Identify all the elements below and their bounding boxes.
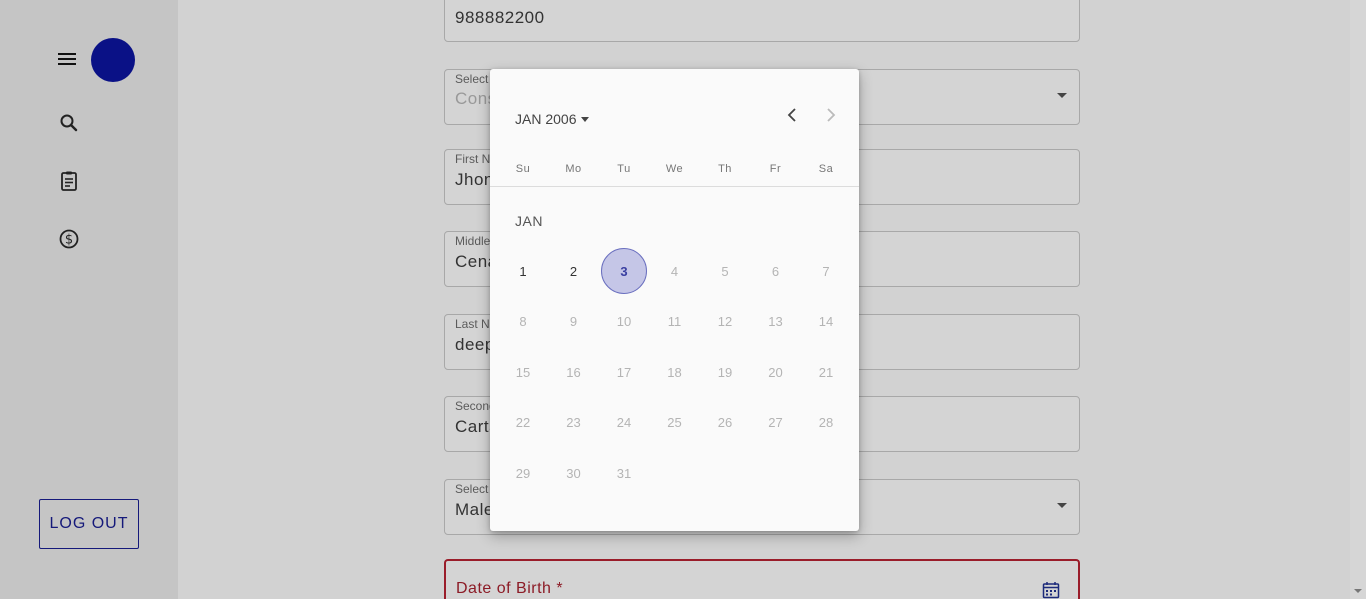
day-cell[interactable]: 4 bbox=[652, 248, 698, 294]
weekday-header: Su Mo Tu We Th Fr Sa bbox=[490, 163, 859, 187]
day-cell[interactable]: 31 bbox=[601, 450, 647, 496]
chevron-down-icon bbox=[1057, 503, 1067, 508]
svg-text:$: $ bbox=[65, 233, 73, 248]
day-cell[interactable]: 23 bbox=[551, 400, 597, 446]
previous-month-button[interactable] bbox=[780, 103, 804, 127]
date-of-birth-label: Date of Birth * bbox=[456, 580, 564, 597]
phone-field[interactable]: 988882200 bbox=[444, 0, 1080, 42]
day-selected[interactable]: 3 bbox=[601, 248, 647, 294]
day-cell[interactable]: 12 bbox=[702, 299, 748, 345]
last-name-value: deep bbox=[455, 335, 495, 354]
day-cell[interactable]: 25 bbox=[652, 400, 698, 446]
month-year-label: JAN 2006 bbox=[515, 111, 577, 127]
calendar-icon[interactable] bbox=[1042, 581, 1060, 599]
clipboard-icon[interactable] bbox=[57, 169, 81, 193]
next-month-button[interactable] bbox=[819, 103, 843, 127]
day-cell[interactable]: 19 bbox=[702, 349, 748, 395]
day-cell[interactable]: 13 bbox=[753, 299, 799, 345]
day-cell[interactable]: 21 bbox=[803, 349, 849, 395]
month-label: JAN bbox=[515, 213, 543, 229]
day-cell[interactable]: 8 bbox=[500, 299, 546, 345]
day-cell[interactable]: 29 bbox=[500, 450, 546, 496]
day-cell[interactable]: 1 bbox=[500, 248, 546, 294]
logout-button[interactable]: LOG OUT bbox=[39, 499, 139, 549]
day-cell[interactable]: 15 bbox=[500, 349, 546, 395]
month-year-selector[interactable]: JAN 2006 bbox=[515, 111, 590, 127]
day-cell[interactable]: 6 bbox=[753, 248, 799, 294]
sidebar: $ LOG OUT bbox=[0, 0, 178, 599]
day-cell[interactable]: 10 bbox=[601, 299, 647, 345]
weekday-label: Fr bbox=[769, 163, 782, 175]
day-cell[interactable]: 18 bbox=[652, 349, 698, 395]
weekday-label: Su bbox=[515, 163, 531, 175]
day-cell[interactable]: 22 bbox=[500, 400, 546, 446]
caret-down-icon bbox=[581, 116, 590, 122]
day-cell[interactable]: 11 bbox=[652, 299, 698, 345]
gender-value: Male bbox=[455, 500, 494, 519]
search-icon[interactable] bbox=[57, 111, 81, 135]
day-cell[interactable]: 17 bbox=[601, 349, 647, 395]
weekday-label: We bbox=[665, 163, 684, 175]
day-cell[interactable]: 7 bbox=[803, 248, 849, 294]
day-cell[interactable]: 20 bbox=[753, 349, 799, 395]
menu-icon[interactable] bbox=[57, 51, 77, 67]
day-cell[interactable]: 16 bbox=[551, 349, 597, 395]
day-cell[interactable]: 27 bbox=[753, 400, 799, 446]
weekday-label: Sa bbox=[818, 163, 834, 175]
day-cell[interactable]: 28 bbox=[803, 400, 849, 446]
day-cell[interactable]: 2 bbox=[551, 248, 597, 294]
day-cell[interactable]: 9 bbox=[551, 299, 597, 345]
dollar-icon[interactable]: $ bbox=[57, 227, 81, 251]
day-cell[interactable]: 30 bbox=[551, 450, 597, 496]
scrollbar[interactable] bbox=[1350, 0, 1366, 599]
day-cell[interactable]: 14 bbox=[803, 299, 849, 345]
day-cell[interactable]: 5 bbox=[702, 248, 748, 294]
avatar[interactable] bbox=[91, 38, 135, 82]
date-of-birth-field[interactable]: Date of Birth * bbox=[444, 559, 1080, 599]
chevron-down-icon bbox=[1057, 93, 1067, 98]
day-cell[interactable]: 24 bbox=[601, 400, 647, 446]
first-name-value: Jhon bbox=[455, 170, 494, 189]
weekday-label: Mo bbox=[565, 163, 582, 175]
weekday-label: Th bbox=[718, 163, 732, 175]
day-cell[interactable]: 26 bbox=[702, 400, 748, 446]
date-picker: JAN 2006 Su Mo Tu We Th Fr Sa JAN 1 2 3 4 5 6 7 8 9 10 1… bbox=[490, 69, 859, 531]
scroll-down-icon[interactable] bbox=[1354, 589, 1362, 593]
phone-value: 988882200 bbox=[455, 8, 545, 27]
weekday-label: Tu bbox=[617, 163, 631, 175]
